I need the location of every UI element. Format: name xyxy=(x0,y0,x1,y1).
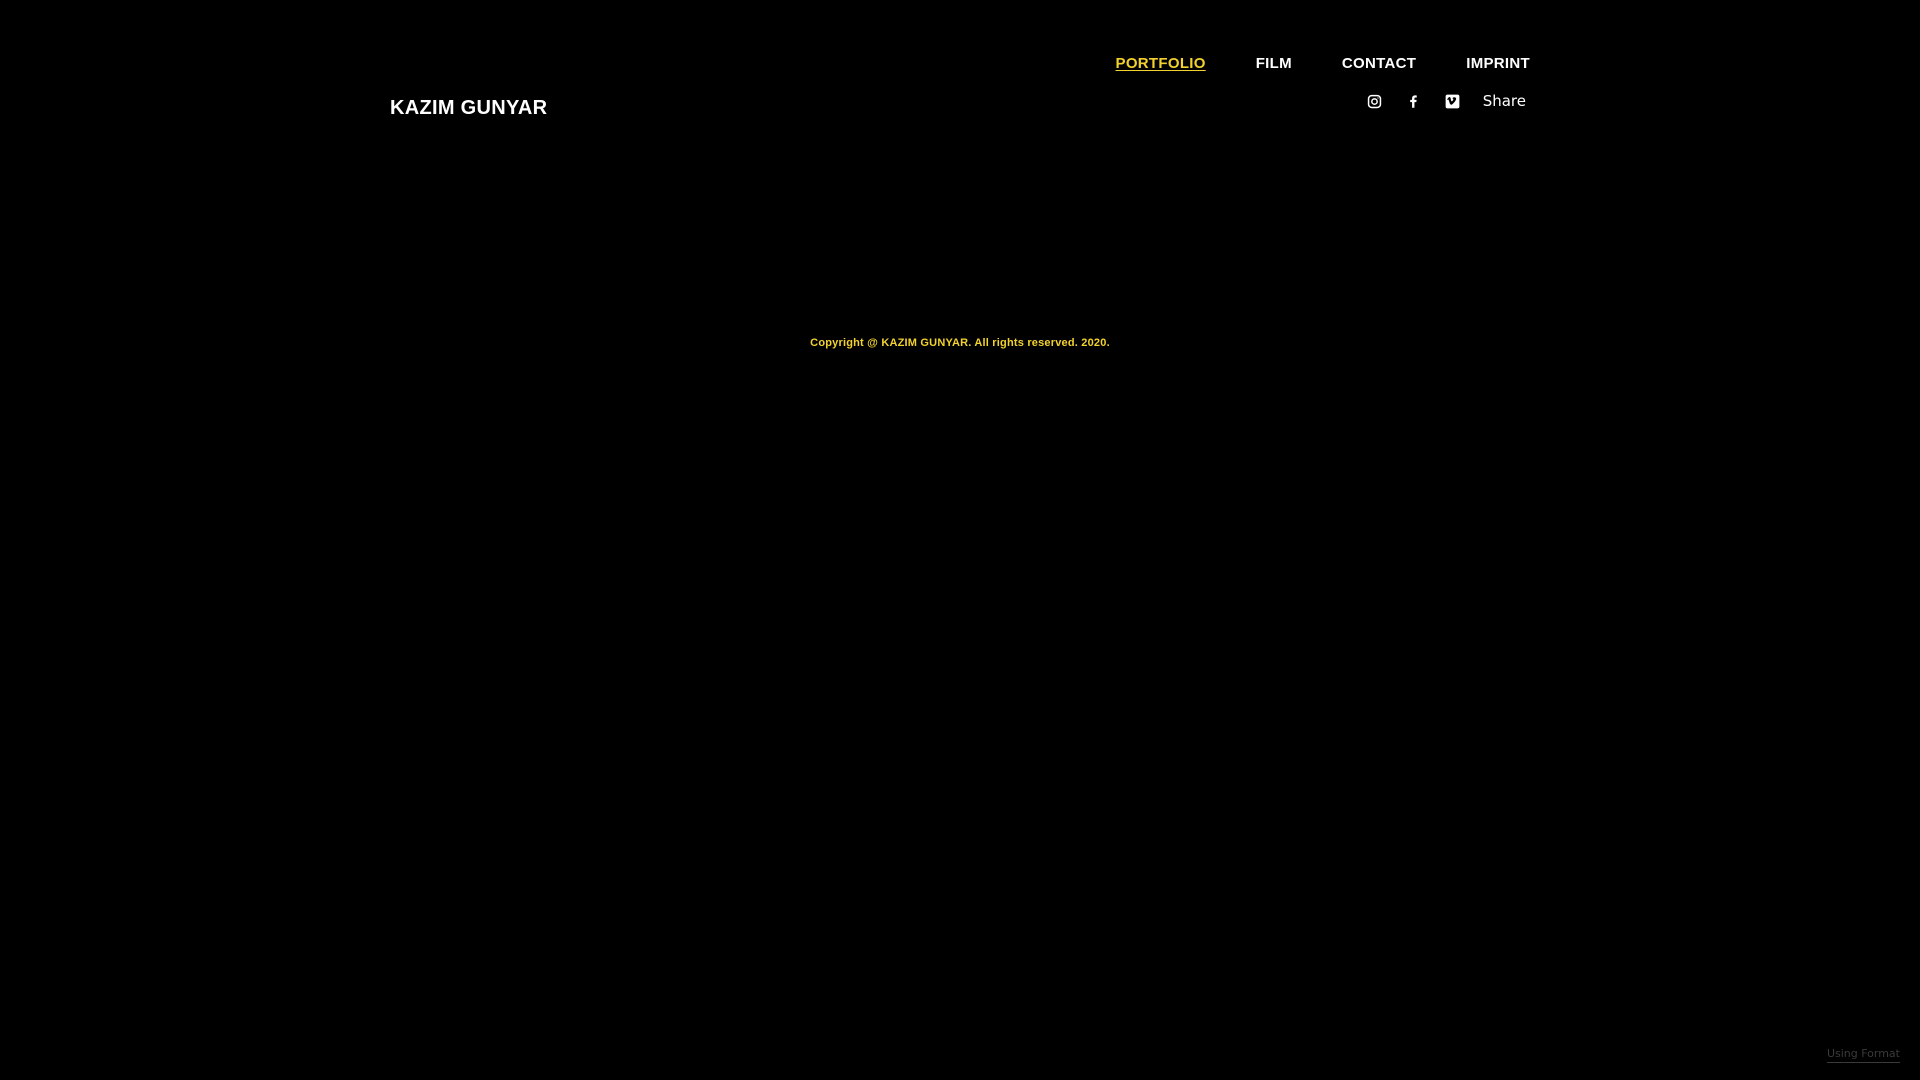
main-nav: PORTFOLIO FILM CONTACT IMPRINT xyxy=(1066,54,1530,74)
site-title-link[interactable]: KAZIM GUNYAR xyxy=(390,94,547,122)
facebook-icon[interactable] xyxy=(1405,92,1423,110)
share-link[interactable]: Share xyxy=(1483,91,1526,111)
social-bar: Share xyxy=(1366,90,1526,112)
powered-by-link[interactable]: Using Format xyxy=(1826,1047,1900,1063)
nav-item-film[interactable]: FILM xyxy=(1256,54,1292,74)
page: KAZIM GUNYAR PORTFOLIO FILM CONTACT IMPR… xyxy=(0,0,1920,1080)
nav-item-imprint[interactable]: IMPRINT xyxy=(1466,54,1530,74)
vimeo-icon[interactable] xyxy=(1444,92,1462,110)
nav-item-portfolio[interactable]: PORTFOLIO xyxy=(1116,54,1206,74)
nav-item-contact[interactable]: CONTACT xyxy=(1342,54,1416,74)
copyright-text: Copyright @ KAZIM GUNYAR. All rights res… xyxy=(810,337,1110,349)
instagram-icon[interactable] xyxy=(1366,92,1384,110)
